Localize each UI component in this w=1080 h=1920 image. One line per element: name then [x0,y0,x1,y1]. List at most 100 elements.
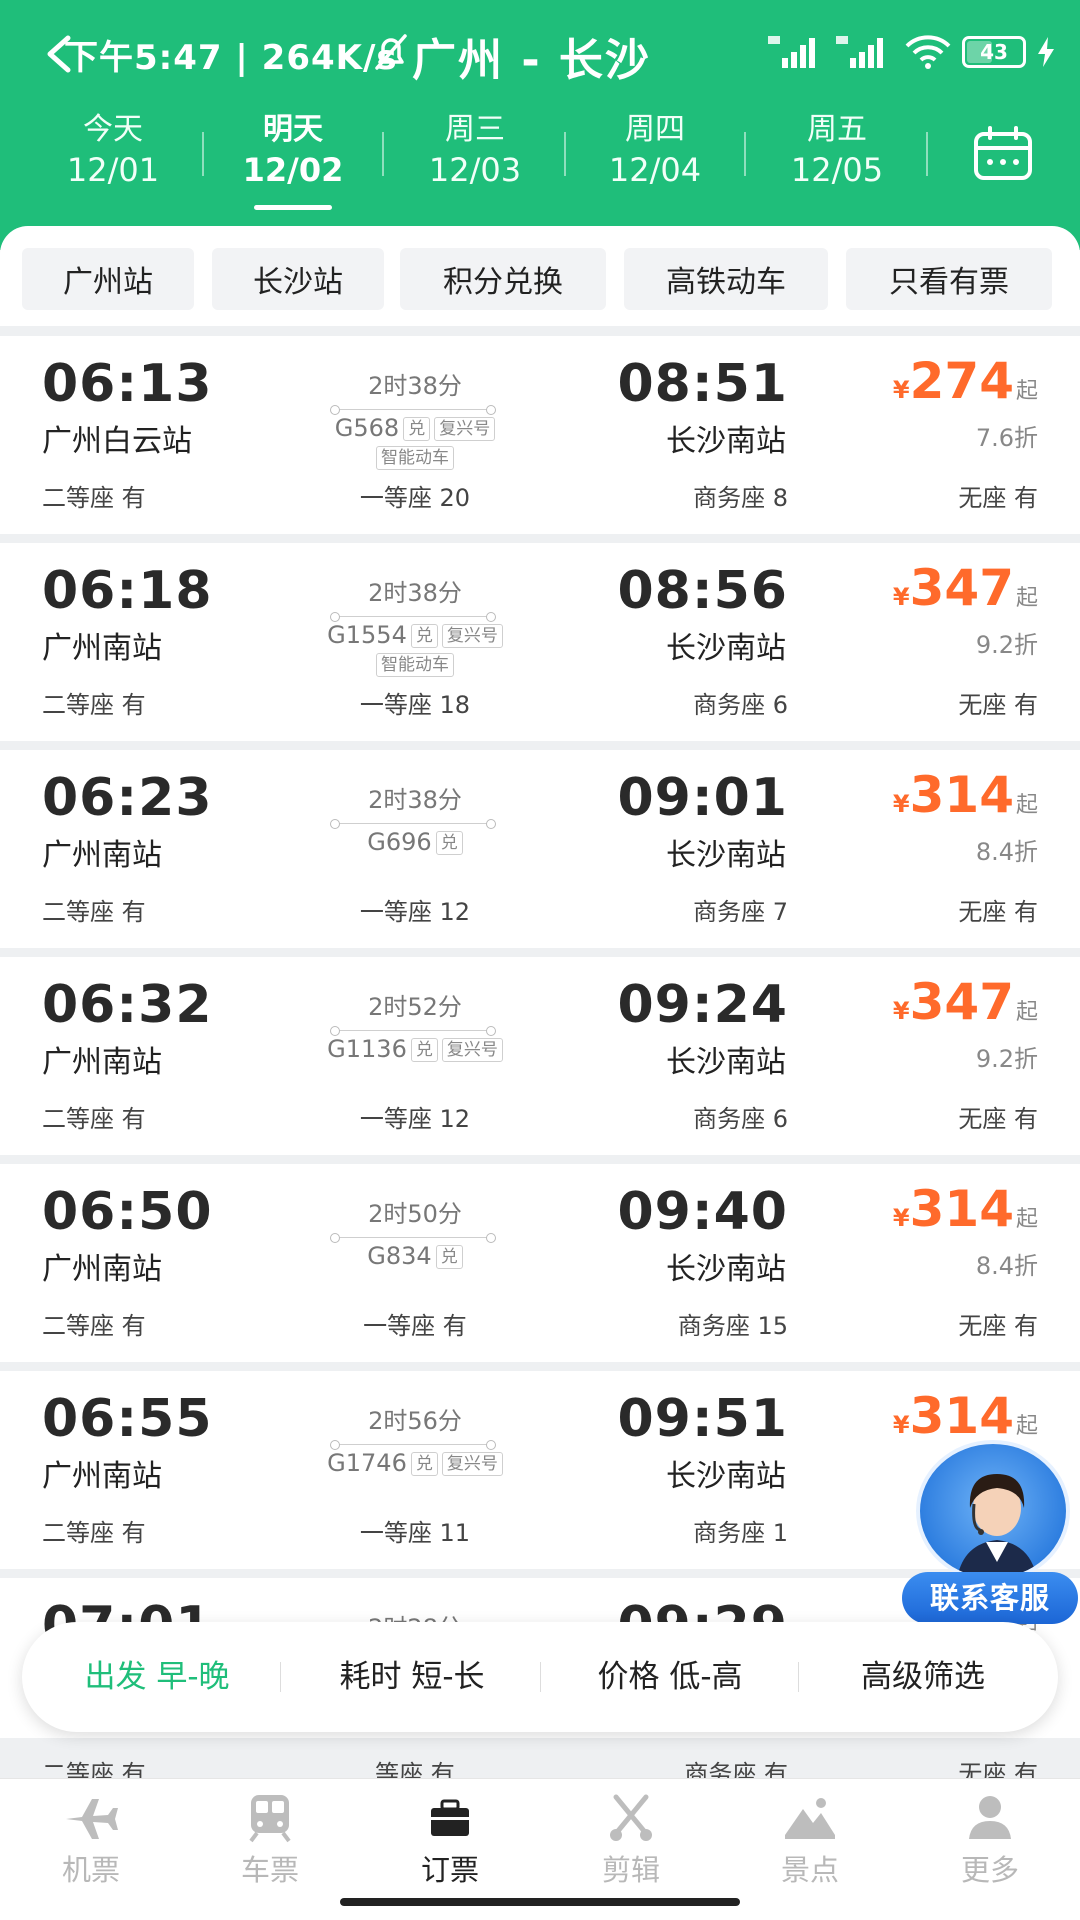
calendar-icon[interactable] [972,124,1034,182]
date-tab-thu[interactable]: 周四 12/04 [580,110,730,210]
nav-item-booking[interactable]: 订票 [385,1793,515,1889]
customer-service-label: 联系客服 [902,1572,1078,1624]
train-card[interactable]: 06:18 广州南站 2时38分 G1554 兑复兴号 智能动车 08:56 长沙南站 ¥347… [0,543,1080,741]
redeem-tag: 兑 [410,624,438,648]
route-title: 广州 - 长沙 [412,35,651,86]
seat-first-class: 一等座 18 [359,691,471,719]
departure-time: 06:23 [42,768,213,828]
seat-first-class: 一等座 20 [359,484,471,512]
briefcase-icon [431,1799,469,1836]
currency-symbol: ¥ [892,790,910,818]
fuxing-tag: 复兴号 [441,1038,503,1062]
train-card[interactable]: 06:32 广州南站 2时52分 G1136 兑复兴号 09:24 长沙南站 ¥347起 9.2… [0,957,1080,1155]
train-number: G1746 [327,1449,407,1477]
arrival-station: 长沙南站 [666,1045,786,1080]
date-tab-fri[interactable]: 周五 12/05 [762,110,912,210]
price-value: 314 [909,1180,1014,1238]
departure-time: 06:50 [42,1182,213,1242]
arrival-time: 08:51 [617,354,788,414]
seat-business: 商务座 1 [693,1519,788,1547]
discount: 7.6折 [975,424,1038,452]
train-number-row: G1554 兑复兴号 [300,621,530,649]
train-number: G1136 [327,1035,407,1063]
trip-duration: 2时38分 [368,372,462,400]
date-tab-today[interactable]: 今天 12/01 [38,110,188,210]
filter-chip-points[interactable]: 积分兑换 [400,248,606,310]
trip-duration: 2时52分 [368,993,462,1021]
date-tab-date: 12/01 [66,151,160,189]
ticket-price: ¥314起 [893,1180,1038,1238]
nav-item-train[interactable]: 车票 [205,1793,335,1889]
date-tab-date: 12/03 [428,151,522,189]
train-card[interactable]: 06:50 广州南站 2时50分 G834 兑 09:40 长沙南站 ¥314起 8.4折 二等座… [0,1164,1080,1362]
date-tab-wed[interactable]: 周三 12/03 [400,110,550,210]
price-from-label: 起 [1015,1207,1038,1232]
date-tab-date: 12/04 [608,151,702,189]
seat-second-class: 二等座 有 [42,484,146,512]
train-number: G568 [334,414,400,442]
departure-time: 06:13 [42,354,213,414]
arrival-station: 长沙南站 [666,1252,786,1287]
arrival-time: 09:24 [617,975,788,1035]
sort-duration[interactable]: 耗时 短-长 [292,1622,532,1732]
home-indicator [340,1898,740,1906]
redeem-tag: 兑 [410,1038,438,1062]
nav-item-more[interactable]: 更多 [925,1793,1055,1889]
price-value: 274 [909,352,1014,410]
price-value: 347 [909,559,1014,617]
date-tab-name: 明天 [263,112,323,147]
filter-chip-highspeed[interactable]: 高铁动车 [624,248,828,310]
arrival-time: 09:40 [617,1182,788,1242]
arrival-time: 09:51 [617,1389,788,1449]
price-from-label: 起 [1015,379,1038,404]
person-icon [969,1796,1011,1839]
agent-avatar [916,1440,1070,1582]
nav-item-edit[interactable]: 剪辑 [566,1793,696,1889]
arrival-station: 长沙南站 [666,1459,786,1494]
train-number-row: G568 兑复兴号 [300,414,530,442]
seat-second-class: 二等座 有 [42,691,146,719]
price-from-label: 起 [1015,1000,1038,1025]
departure-station: 广州南站 [42,1045,162,1080]
seat-first-class: 一等座 11 [359,1519,471,1547]
smart-train-tag: 智能动车 [376,653,454,677]
redeem-tag: 兑 [410,1452,438,1476]
arrival-station: 长沙南站 [666,424,786,459]
sort-departure[interactable]: 出发 早-晚 [42,1622,272,1732]
scissors-icon [610,1794,652,1841]
seat-second-class: 二等座 有 [42,1312,146,1340]
nav-item-scenic[interactable]: 景点 [745,1793,875,1889]
train-number: G834 [367,1242,432,1270]
arrival-station: 长沙南站 [666,838,786,873]
seat-business: 商务座 6 [693,691,788,719]
seat-second-class: 二等座 有 [42,1519,146,1547]
customer-service-button[interactable]: 联系客服 [902,1440,1078,1626]
nav-label: 景点 [780,1853,839,1887]
plane-icon [66,1799,118,1839]
filter-chip-available[interactable]: 只看有票 [846,248,1052,310]
charging-bolt-icon [1038,37,1054,67]
date-tab-date: 12/02 [242,151,344,189]
train-card[interactable]: 06:13 广州白云站 2时38分 G568 兑复兴号 智能动车 08:51 长沙南站 ¥274… [0,336,1080,534]
wifi-icon [905,35,951,69]
fuxing-tag: 复兴号 [434,417,496,441]
price-value: 347 [909,973,1014,1031]
sort-price[interactable]: 价格 低-高 [550,1622,790,1732]
departure-time: 06:32 [42,975,213,1035]
trip-duration: 2时50分 [368,1200,462,1228]
nav-item-flights[interactable]: 机票 [26,1793,156,1889]
discount: 9.2折 [975,631,1038,659]
seat-standing: 无座 有 [958,484,1038,512]
seat-first-class: 一等座 12 [359,898,471,926]
advanced-filter[interactable]: 高级筛选 [808,1622,1038,1732]
filter-chip-guangzhou[interactable]: 广州站 [22,248,194,310]
date-tab-tomorrow[interactable]: 明天 12/02 [218,110,368,210]
departure-station: 广州白云站 [42,424,192,459]
currency-symbol: ¥ [892,583,910,611]
seat-standing: 无座 有 [958,1105,1038,1133]
date-tab-name: 周五 [807,112,867,147]
filter-chip-changsha[interactable]: 长沙站 [212,248,384,310]
redeem-tag: 兑 [435,831,463,855]
train-card[interactable]: 06:23 广州南站 2时38分 G696 兑 09:01 长沙南站 ¥314起 8.4折 二等座… [0,750,1080,948]
status-bar: 下午5:47 | 264K/s 广州 - 长沙 43 [0,20,1080,86]
